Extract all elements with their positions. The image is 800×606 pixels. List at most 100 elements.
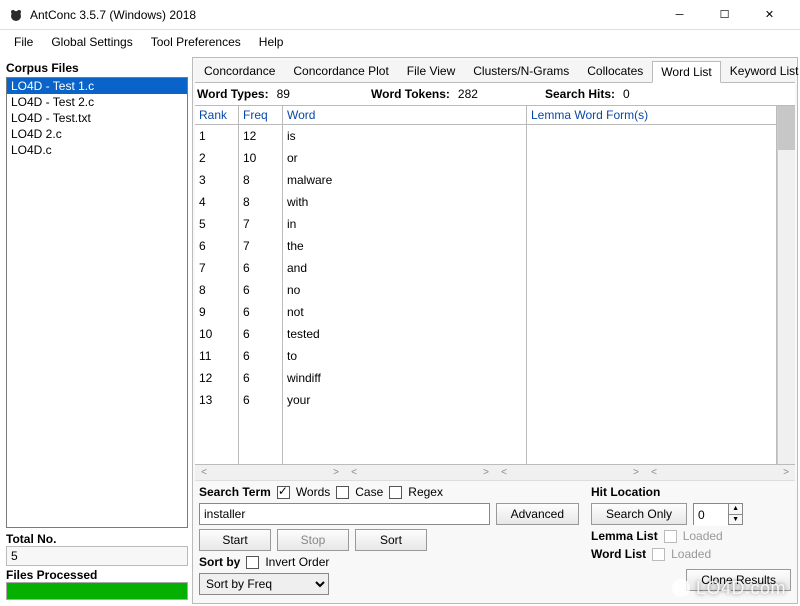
table-row[interactable]: 5 [199, 213, 238, 235]
table-row[interactable]: the [287, 235, 526, 257]
right-panel: Concordance Concordance Plot File View C… [192, 57, 798, 604]
spin-up-icon[interactable]: ▲ [729, 504, 742, 515]
table-row[interactable]: with [287, 191, 526, 213]
table-row[interactable]: 7 [243, 213, 282, 235]
table-row[interactable]: no [287, 279, 526, 301]
tab-word-list[interactable]: Word List [652, 61, 720, 83]
stop-button[interactable]: Stop [277, 529, 349, 551]
table-row[interactable]: your [287, 389, 526, 411]
lemma-loaded-label: Loaded [683, 529, 723, 543]
table-row[interactable]: malware [287, 169, 526, 191]
corpus-files-list[interactable]: LO4D - Test 1.c LO4D - Test 2.c LO4D - T… [6, 77, 188, 528]
table-row[interactable]: 3 [199, 169, 238, 191]
table-row[interactable]: 6 [243, 257, 282, 279]
hit-location-value[interactable] [694, 504, 728, 526]
table-row[interactable]: 10 [243, 147, 282, 169]
table-row[interactable]: in [287, 213, 526, 235]
lemma-list-label: Lemma List [591, 529, 658, 543]
menu-file[interactable]: File [6, 32, 41, 52]
close-button[interactable]: ✕ [747, 1, 792, 29]
tab-keyword-list[interactable]: Keyword List [721, 60, 800, 82]
word-header[interactable]: Word [283, 106, 526, 125]
table-row[interactable]: 13 [199, 389, 238, 411]
table-row[interactable]: or [287, 147, 526, 169]
chevron-left-icon[interactable]: < [345, 467, 363, 478]
table-row[interactable]: 6 [243, 367, 282, 389]
corpus-files-label: Corpus Files [6, 59, 188, 77]
chevron-left-icon[interactable]: < [645, 467, 663, 478]
rank-column: 12345678910111213 [195, 125, 238, 464]
case-checkbox[interactable] [336, 486, 349, 499]
words-label: Words [296, 485, 330, 499]
vertical-scrollbar[interactable] [777, 106, 795, 464]
chevron-right-icon[interactable]: > [627, 467, 645, 478]
table-row[interactable]: 2 [199, 147, 238, 169]
tab-collocates[interactable]: Collocates [578, 60, 652, 82]
list-item[interactable]: LO4D - Test 2.c [7, 94, 187, 110]
table-row[interactable]: 4 [199, 191, 238, 213]
table-row[interactable]: and [287, 257, 526, 279]
search-only-button[interactable]: Search Only [591, 503, 687, 525]
advanced-button[interactable]: Advanced [496, 503, 579, 525]
word-list-label: Word List [591, 547, 646, 561]
rank-header[interactable]: Rank [195, 106, 238, 125]
chevron-right-icon[interactable]: > [777, 467, 795, 478]
list-item[interactable]: LO4D - Test 1.c [7, 78, 187, 94]
freq-header[interactable]: Freq [239, 106, 282, 125]
menu-global-settings[interactable]: Global Settings [43, 32, 140, 52]
minimize-button[interactable]: ─ [657, 1, 702, 29]
table-row[interactable]: 8 [243, 191, 282, 213]
files-processed-label: Files Processed [6, 568, 188, 582]
hit-location-spinner[interactable]: ▲▼ [693, 503, 743, 525]
table-row[interactable]: 7 [199, 257, 238, 279]
horizontal-scroll-row: < > < > < > < > [195, 465, 795, 481]
chevron-left-icon[interactable]: < [195, 467, 213, 478]
word-loaded-label: Loaded [671, 547, 711, 561]
start-button[interactable]: Start [199, 529, 271, 551]
tab-concordance[interactable]: Concordance [195, 60, 284, 82]
chevron-left-icon[interactable]: < [495, 467, 513, 478]
list-item[interactable]: LO4D - Test.txt [7, 110, 187, 126]
table-row[interactable]: 10 [199, 323, 238, 345]
table-row[interactable]: not [287, 301, 526, 323]
table-row[interactable]: 12 [243, 125, 282, 147]
list-item[interactable]: LO4D 2.c [7, 126, 187, 142]
table-row[interactable]: is [287, 125, 526, 147]
tab-file-view[interactable]: File View [398, 60, 464, 82]
regex-checkbox[interactable] [389, 486, 402, 499]
words-checkbox[interactable] [277, 486, 290, 499]
table-row[interactable]: tested [287, 323, 526, 345]
table-row[interactable]: 6 [243, 279, 282, 301]
table-row[interactable]: to [287, 345, 526, 367]
table-row[interactable]: 9 [199, 301, 238, 323]
spin-down-icon[interactable]: ▼ [729, 515, 742, 525]
table-row[interactable]: 6 [243, 323, 282, 345]
total-no-value: 5 [6, 546, 188, 566]
table-row[interactable]: 8 [243, 169, 282, 191]
tab-concordance-plot[interactable]: Concordance Plot [284, 60, 397, 82]
sort-by-select[interactable]: Sort by Freq [199, 573, 329, 595]
progress-bar [6, 582, 188, 600]
menubar: File Global Settings Tool Preferences He… [0, 30, 800, 55]
maximize-button[interactable]: ☐ [702, 1, 747, 29]
chevron-right-icon[interactable]: > [327, 467, 345, 478]
table-row[interactable]: 7 [243, 235, 282, 257]
tab-clusters[interactable]: Clusters/N-Grams [464, 60, 578, 82]
table-row[interactable]: 8 [199, 279, 238, 301]
table-row[interactable]: 6 [243, 389, 282, 411]
table-row[interactable]: 6 [243, 345, 282, 367]
menu-tool-preferences[interactable]: Tool Preferences [143, 32, 249, 52]
lemma-header[interactable]: Lemma Word Form(s) [527, 106, 776, 125]
table-row[interactable]: windiff [287, 367, 526, 389]
table-row[interactable]: 12 [199, 367, 238, 389]
table-row[interactable]: 1 [199, 125, 238, 147]
chevron-right-icon[interactable]: > [477, 467, 495, 478]
sort-button[interactable]: Sort [355, 529, 427, 551]
menu-help[interactable]: Help [251, 32, 292, 52]
table-row[interactable]: 6 [243, 301, 282, 323]
table-row[interactable]: 11 [199, 345, 238, 367]
list-item[interactable]: LO4D.c [7, 142, 187, 158]
table-row[interactable]: 6 [199, 235, 238, 257]
search-input[interactable] [199, 503, 490, 525]
invert-order-checkbox[interactable] [246, 556, 259, 569]
